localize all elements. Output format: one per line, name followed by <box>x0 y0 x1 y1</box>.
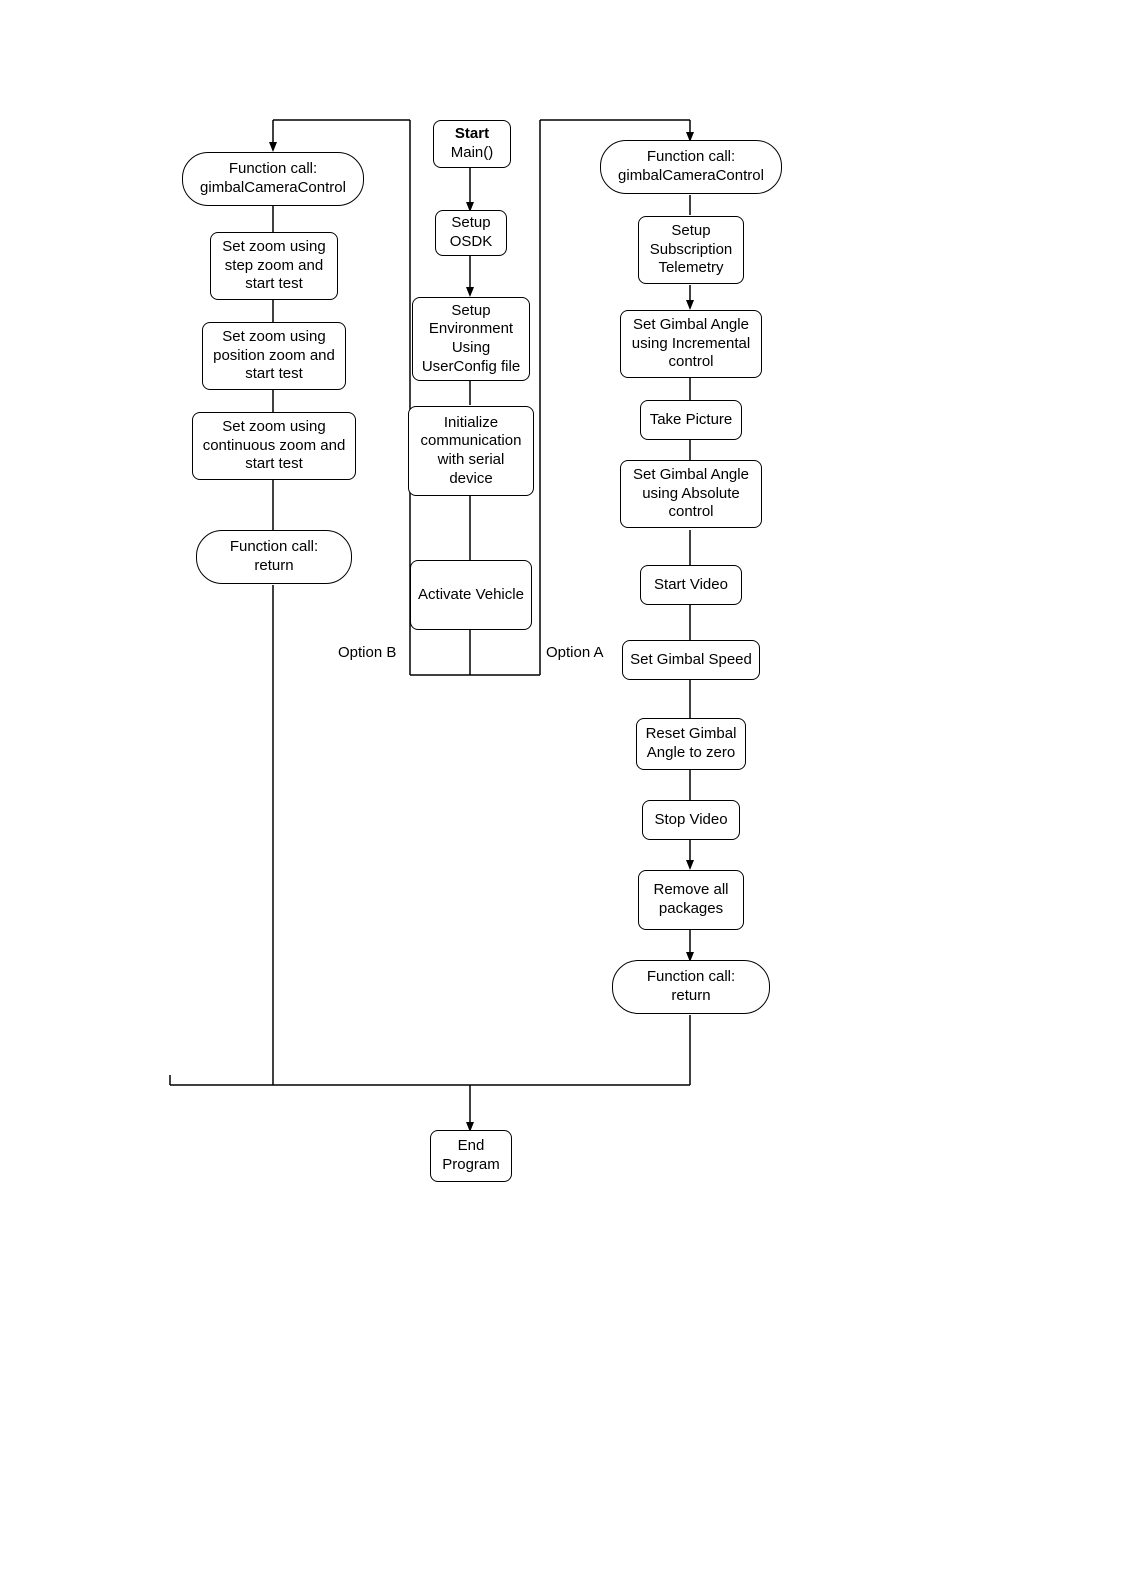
start-video-text: Start Video <box>654 576 728 595</box>
flow-connectors <box>0 0 1123 1588</box>
right-function-call-node: Function call: gimbalCameraControl <box>600 140 782 194</box>
reset-gimbal-node: Reset Gimbal Angle to zero <box>636 718 746 770</box>
option-a-label: Option A <box>546 644 604 661</box>
start-title: Start <box>455 125 489 144</box>
position-zoom-text: Set zoom using position zoom and start t… <box>213 328 335 384</box>
stop-video-node: Stop Video <box>642 800 740 840</box>
remove-packages-text: Remove all packages <box>653 881 728 919</box>
telemetry-text: Setup Subscription Telemetry <box>650 222 733 278</box>
remove-packages-node: Remove all packages <box>638 870 744 930</box>
gimbal-speed-node: Set Gimbal Speed <box>622 640 760 680</box>
setup-osdk-node: Setup OSDK <box>435 210 507 256</box>
activate-vehicle-node: Activate Vehicle <box>410 560 532 630</box>
init-comm-text: Initialize communication with serial dev… <box>421 414 522 489</box>
take-picture-text: Take Picture <box>650 411 733 430</box>
take-picture-node: Take Picture <box>640 400 742 440</box>
setup-osdk-text: Setup OSDK <box>450 214 493 252</box>
setup-env-text: Setup Environment Using UserConfig file <box>422 302 520 377</box>
gimbal-incremental-text: Set Gimbal Angle using Incremental contr… <box>632 316 750 372</box>
init-comm-node: Initialize communication with serial dev… <box>408 406 534 496</box>
setup-env-node: Setup Environment Using UserConfig file <box>412 297 530 381</box>
right-return-text: Function call: return <box>647 968 735 1006</box>
left-return-text: Function call: return <box>230 538 318 576</box>
step-zoom-text: Set zoom using step zoom and start test <box>222 238 325 294</box>
end-program-text: End Program <box>442 1137 500 1175</box>
start-sub: Main() <box>451 144 494 163</box>
left-return-node: Function call: return <box>196 530 352 584</box>
continuous-zoom-node: Set zoom using continuous zoom and start… <box>192 412 356 480</box>
left-function-call-node: Function call: gimbalCameraControl <box>182 152 364 206</box>
stop-video-text: Stop Video <box>654 811 727 830</box>
step-zoom-node: Set zoom using step zoom and start test <box>210 232 338 300</box>
activate-vehicle-text: Activate Vehicle <box>418 586 524 605</box>
right-return-node: Function call: return <box>612 960 770 1014</box>
position-zoom-node: Set zoom using position zoom and start t… <box>202 322 346 390</box>
gimbal-absolute-text: Set Gimbal Angle using Absolute control <box>633 466 749 522</box>
end-program-node: End Program <box>430 1130 512 1182</box>
right-function-call-text: Function call: gimbalCameraControl <box>618 148 764 186</box>
gimbal-absolute-node: Set Gimbal Angle using Absolute control <box>620 460 762 528</box>
option-b-label: Option B <box>338 644 396 661</box>
gimbal-speed-text: Set Gimbal Speed <box>630 651 752 670</box>
telemetry-node: Setup Subscription Telemetry <box>638 216 744 284</box>
start-node: Start Main() <box>433 120 511 168</box>
start-video-node: Start Video <box>640 565 742 605</box>
reset-gimbal-text: Reset Gimbal Angle to zero <box>646 725 737 763</box>
gimbal-incremental-node: Set Gimbal Angle using Incremental contr… <box>620 310 762 378</box>
continuous-zoom-text: Set zoom using continuous zoom and start… <box>203 418 346 474</box>
left-function-call-text: Function call: gimbalCameraControl <box>200 160 346 198</box>
